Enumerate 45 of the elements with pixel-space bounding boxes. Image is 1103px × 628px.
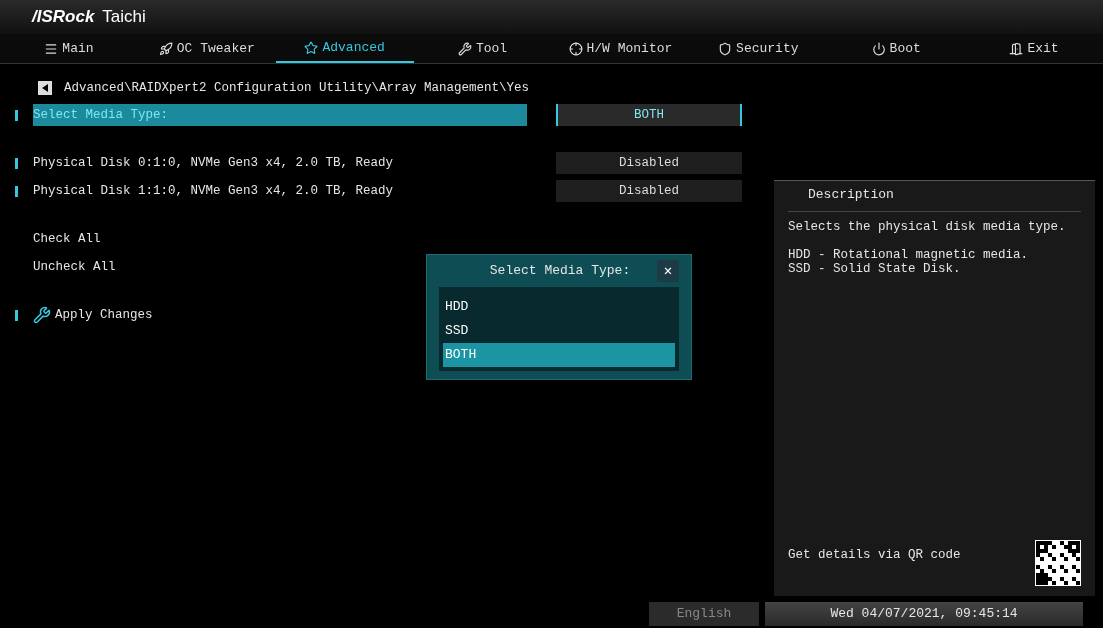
setting-label[interactable]: Apply Changes — [55, 304, 153, 326]
wrench-icon — [33, 306, 51, 324]
brand-logo: /ISRock — [32, 6, 95, 29]
menu-tab[interactable]: Main — [0, 34, 138, 63]
popup-option[interactable]: HDD — [443, 295, 675, 319]
date-time: Wed 04/07/2021, 09:45:14 — [765, 602, 1083, 626]
setting-value[interactable]: Disabled — [556, 152, 742, 174]
qr-code-icon — [1035, 540, 1081, 586]
popup-option[interactable]: BOTH — [443, 343, 675, 367]
description-text: Selects the physical disk media type. — [788, 219, 1067, 234]
panel-title: Description — [788, 181, 1081, 212]
wrench-icon — [457, 41, 472, 56]
crosshair-icon — [568, 41, 583, 56]
setting-value[interactable]: BOTH — [556, 104, 742, 126]
menu-tab[interactable]: Exit — [965, 34, 1103, 63]
rocket-icon — [158, 41, 173, 56]
shield-icon — [718, 41, 733, 56]
setting-label[interactable]: Uncheck All — [33, 256, 116, 278]
row-marker — [15, 109, 18, 121]
menu-tab[interactable]: OC Tweaker — [137, 34, 276, 63]
menu-icon — [44, 41, 59, 56]
star-icon — [304, 40, 319, 55]
setting-value[interactable]: Disabled — [556, 180, 742, 202]
breadcrumb: Advanced\RAIDXpert2 Configuration Utility\Array Management\Yes — [64, 79, 530, 97]
menu-tab[interactable]: H/W Monitor — [551, 34, 690, 63]
row-marker — [15, 157, 18, 169]
setting-label[interactable]: Physical Disk 1:1:0, NVMe Gen3 x4, 2.0 TB, Ready — [33, 180, 394, 202]
row-marker — [15, 309, 18, 321]
setting-label[interactable]: Physical Disk 0:1:0, NVMe Gen3 x4, 2.0 TB, Ready — [33, 152, 394, 174]
qr-caption: Get details via QR code — [788, 547, 961, 564]
power-icon — [871, 41, 886, 56]
close-button[interactable]: ✕ — [657, 260, 679, 282]
door-icon — [1009, 41, 1024, 56]
language-selector[interactable]: English — [649, 602, 759, 626]
description-text: HDD - Rotational magnetic media. — [788, 247, 1030, 262]
row-marker — [15, 185, 18, 197]
menu-tab[interactable]: Boot — [827, 34, 966, 63]
menu-tab[interactable]: Advanced — [275, 34, 414, 63]
menu-tab[interactable]: Tool — [413, 34, 552, 63]
description-text: SSD - Solid State Disk. — [788, 261, 962, 276]
setting-label[interactable]: Check All — [33, 228, 101, 250]
popup-option[interactable]: SSD — [443, 319, 675, 343]
model-name: Taichi — [102, 6, 146, 29]
menu-tab[interactable]: Security — [689, 34, 828, 63]
popup-title: Select Media Type: — [489, 262, 631, 281]
